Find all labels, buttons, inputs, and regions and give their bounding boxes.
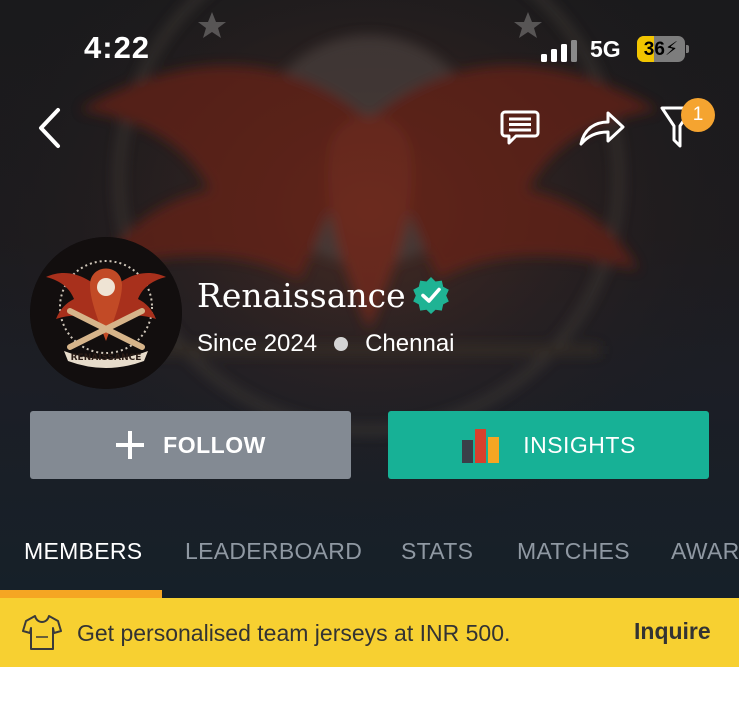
network-type: 5G <box>590 36 621 62</box>
status-time: 4:22 <box>84 30 151 65</box>
cellular-signal-icon <box>541 40 577 62</box>
tab-awards[interactable]: AWAR <box>671 538 739 565</box>
tshirt-icon <box>22 615 62 650</box>
battery-icon: 36⚡ <box>637 36 689 62</box>
team-since: Since 2024 <box>197 330 318 357</box>
tab-members[interactable]: MEMBERS <box>24 538 142 565</box>
filter-count-badge: 1 <box>681 98 715 132</box>
charging-bolt-icon: ⚡ <box>664 39 679 60</box>
promo-text: Get personalised team jerseys at INR 500… <box>77 620 511 646</box>
tab-leaderboard[interactable]: LEADERBOARD <box>185 538 362 565</box>
team-logo[interactable]: RENAISSANCE <box>30 237 182 389</box>
team-header: 4:22 5G 36⚡ 1 RENAISSANCE Renaissance Si… <box>0 0 739 598</box>
follow-label: FOLLOW <box>163 431 266 458</box>
follow-button[interactable]: FOLLOW <box>30 411 351 479</box>
team-name: Renaissance <box>197 276 406 315</box>
phoenix-logo-icon: RENAISSANCE <box>30 237 182 389</box>
team-tabs: MEMBERS LEADERBOARD STATS MATCHES AWAR <box>0 520 739 580</box>
tab-stats[interactable]: STATS <box>401 538 473 565</box>
svg-text:RENAISSANCE: RENAISSANCE <box>71 353 142 363</box>
insights-button[interactable]: INSIGHTS <box>388 411 709 479</box>
chat-icon[interactable] <box>500 109 540 147</box>
plus-icon <box>116 431 145 459</box>
team-city: Chennai <box>365 330 455 357</box>
back-icon[interactable] <box>36 107 62 149</box>
separator-dot <box>334 337 349 351</box>
insights-label: INSIGHTS <box>523 431 636 458</box>
inquire-link[interactable]: Inquire <box>634 618 711 645</box>
active-tab-indicator <box>0 590 162 598</box>
battery-level: 36 <box>643 39 665 60</box>
tab-matches[interactable]: MATCHES <box>517 538 630 565</box>
share-icon[interactable] <box>578 109 626 147</box>
jersey-promo-banner[interactable]: Get personalised team jerseys at INR 500… <box>0 598 739 667</box>
bar-chart-icon <box>462 429 500 463</box>
team-meta: Since 2024 Chennai <box>197 330 455 358</box>
verified-badge-icon <box>413 277 449 314</box>
